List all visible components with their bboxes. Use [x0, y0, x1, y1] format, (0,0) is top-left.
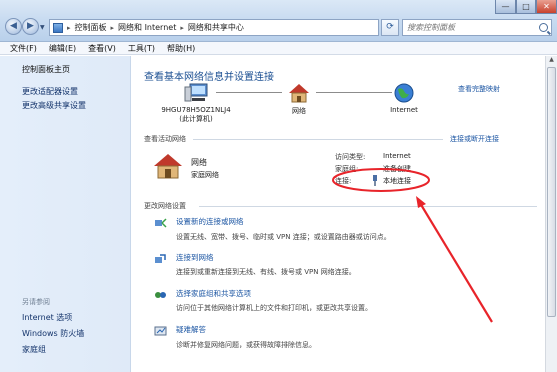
page-title: 查看基本网络信息并设置连接 — [144, 72, 274, 83]
sidebar-link-control-panel-home[interactable]: 控制面板主页 — [22, 64, 70, 75]
breadcrumb-separator[interactable]: ▸ — [67, 24, 71, 32]
network-node[interactable]: 网络 — [281, 82, 317, 116]
forward-button[interactable]: ▶ — [22, 18, 39, 35]
breadcrumb-separator[interactable]: ▸ — [111, 24, 115, 32]
menu-tools[interactable]: 工具(T) — [128, 43, 155, 54]
minimize-button[interactable]: — — [495, 0, 516, 14]
menu-help[interactable]: 帮助(H) — [167, 43, 195, 54]
task-setup-new-connection-desc: 设置无线、宽带、拨号、临时或 VPN 连接；或设置路由器或访问点。 — [176, 233, 391, 241]
ethernet-icon — [373, 175, 377, 186]
task-homegroup-sharing-desc: 访问位于其他网络计算机上的文件和打印机，或更改共享设置。 — [176, 304, 372, 312]
search-box[interactable] — [402, 19, 552, 36]
sidebar-link-homegroup[interactable]: 家庭组 — [22, 344, 46, 355]
scroll-thumb[interactable] — [547, 67, 556, 317]
breadcrumb-network-sharing-center[interactable]: 网络和共享中心 — [188, 22, 244, 33]
section-divider — [199, 206, 537, 207]
task-homegroup-sharing[interactable]: 选择家庭组和共享选项 — [176, 288, 251, 299]
address-bar[interactable]: ▸ 控制面板 ▸ 网络和 Internet ▸ 网络和共享中心 — [49, 19, 379, 36]
access-type-value: Internet — [383, 152, 411, 160]
map-connection-line — [316, 92, 392, 93]
connect-network-icon — [155, 254, 166, 263]
close-button[interactable]: ✕ — [536, 0, 557, 14]
active-networks-title: 查看活动网络 — [144, 135, 186, 143]
main-panel: 查看基本网络信息并设置连接 查看完整映射 9HGU78H5OZ1NLJ4 (此计… — [131, 56, 557, 372]
menu-edit[interactable]: 编辑(E) — [49, 43, 76, 54]
breadcrumb-separator[interactable]: ▸ — [180, 24, 184, 32]
sidebar-link-internet-options[interactable]: Internet 选项 — [22, 312, 72, 323]
task-setup-new-connection[interactable]: 设置新的连接或网络 — [176, 216, 244, 227]
sidebar-link-windows-firewall[interactable]: Windows 防火墙 — [22, 328, 84, 339]
globe-icon — [394, 83, 414, 103]
sidebar-link-advanced-sharing[interactable]: 更改高级共享设置 — [22, 100, 86, 111]
vertical-scrollbar[interactable]: ▲ — [545, 56, 557, 372]
task-troubleshoot[interactable]: 疑难解答 — [176, 324, 206, 335]
search-icon[interactable] — [539, 23, 548, 32]
search-input[interactable] — [407, 23, 537, 32]
new-connection-icon — [155, 218, 167, 228]
network-label: 网络 — [292, 107, 306, 115]
sidebar-link-adapter-settings[interactable]: 更改适配器设置 — [22, 86, 78, 97]
homegroup-link[interactable]: 准备创建 — [383, 164, 411, 174]
scroll-up-arrow-icon[interactable]: ▲ — [546, 56, 557, 66]
computer-icon — [184, 83, 208, 102]
computer-name: 9HGU78H5OZ1NLJ4 — [161, 106, 231, 114]
active-network-name: 网络 — [191, 158, 207, 167]
internet-label: Internet — [390, 106, 418, 114]
local-connection-link[interactable]: 本地连接 — [383, 176, 411, 186]
see-also-label: 另请参阅 — [22, 298, 50, 306]
computer-subtitle: (此计算机) — [179, 115, 213, 123]
house-network-icon — [154, 154, 182, 179]
homegroup-sharing-icon — [155, 292, 166, 298]
network-type-link[interactable]: 家庭网络 — [191, 170, 219, 180]
task-troubleshoot-desc: 诊断并修复网络问题，或获得故障排除信息。 — [176, 341, 316, 349]
breadcrumb-network-internet[interactable]: 网络和 Internet — [118, 22, 176, 33]
task-connect-to-network-desc: 连接到或重新连接到无线、有线、拨号或 VPN 网络连接。 — [176, 268, 356, 276]
connect-disconnect-link[interactable]: 连接或断开连接 — [450, 134, 499, 144]
section-divider — [193, 139, 443, 140]
refresh-button[interactable]: ⟳ — [381, 19, 399, 36]
change-settings-title: 更改网络设置 — [144, 202, 186, 210]
sidebar: 控制面板主页 更改适配器设置 更改高级共享设置 另请参阅 Internet 选项… — [0, 56, 131, 372]
control-panel-icon — [53, 22, 63, 33]
back-button[interactable]: ◀ — [5, 18, 22, 35]
history-dropdown-icon[interactable]: ▼ — [40, 24, 45, 31]
internet-node[interactable]: Internet — [386, 82, 422, 114]
menu-file[interactable]: 文件(F) — [10, 43, 37, 54]
task-connect-to-network[interactable]: 连接到网络 — [176, 252, 214, 263]
troubleshoot-icon — [154, 326, 167, 336]
access-type-key: 访问类型: — [335, 153, 366, 161]
full-map-link[interactable]: 查看完整映射 — [458, 84, 500, 94]
title-bar: ◀ ▶ ▼ ▸ 控制面板 ▸ 网络和 Internet ▸ 网络和共享中心 ⟳ … — [0, 0, 557, 42]
this-computer-node[interactable]: 9HGU78H5OZ1NLJ4 (此计算机) — [156, 82, 236, 124]
homegroup-key: 家庭组: — [335, 165, 359, 173]
menu-view[interactable]: 查看(V) — [88, 43, 116, 54]
connection-key: 连接: — [335, 177, 352, 185]
house-network-icon — [289, 84, 309, 103]
breadcrumb-control-panel[interactable]: 控制面板 — [75, 22, 107, 33]
maximize-button[interactable]: □ — [516, 0, 536, 14]
map-connection-line — [216, 92, 282, 93]
menu-bar: 文件(F) 编辑(E) 查看(V) 工具(T) 帮助(H) — [0, 42, 557, 55]
